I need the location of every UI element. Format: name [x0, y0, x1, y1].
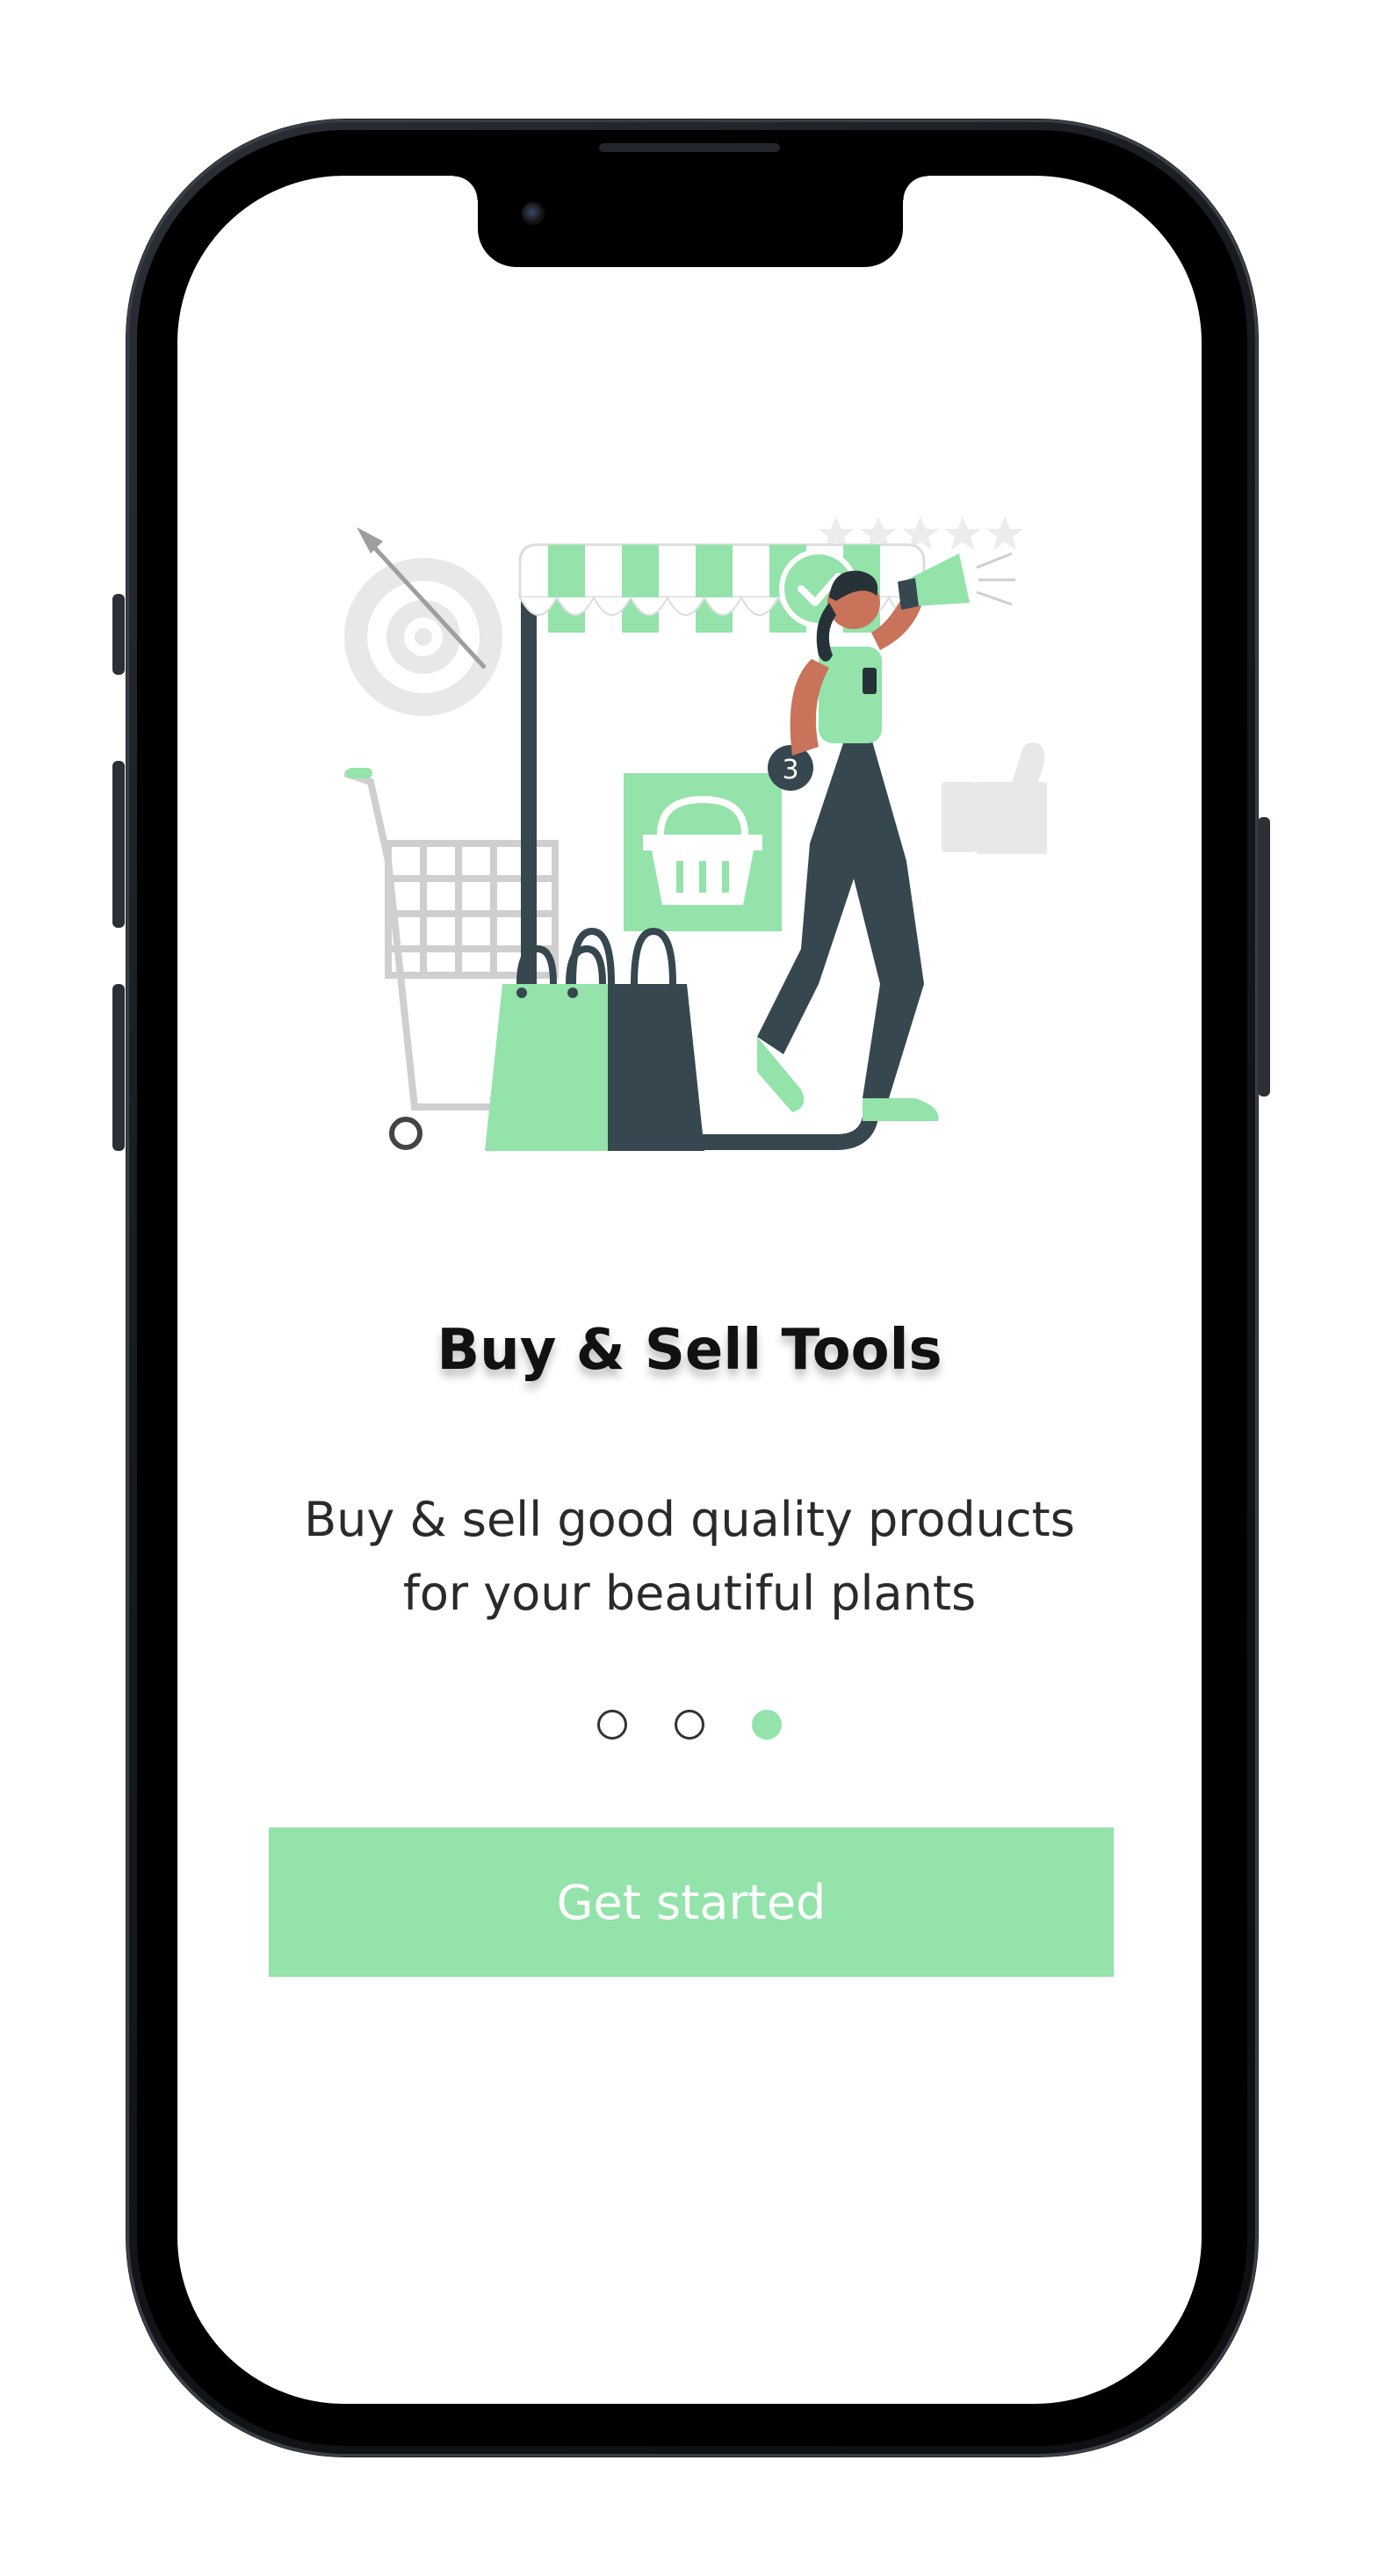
device-mockup: 3 Buy & Sell Tools Buy & sell good quali… [0, 0, 1379, 2576]
subtitle-line-1: Buy & sell good quality products [304, 1492, 1075, 1547]
power-button [1258, 817, 1270, 1096]
front-camera-icon [522, 202, 545, 225]
woman-figure [757, 570, 939, 1121]
app-screen: 3 Buy & Sell Tools Buy & sell good quali… [177, 176, 1202, 2404]
thumbs-up-icon [942, 742, 1047, 854]
silent-switch [112, 594, 125, 675]
target-icon [344, 558, 502, 716]
shop-illustration: 3 [344, 517, 1047, 1151]
shopping-basket-icon [624, 773, 782, 931]
page-title: Buy & Sell Tools [437, 1318, 942, 1383]
volume-down-button [112, 984, 125, 1151]
page-indicator [177, 1710, 1202, 1740]
volume-up-button [112, 761, 125, 928]
notch [453, 176, 928, 267]
svg-text:3: 3 [782, 755, 798, 785]
notification-badge: 3 [768, 745, 813, 791]
page-dot-2[interactable] [675, 1710, 704, 1740]
shopping-bags [485, 927, 704, 1151]
page-subtitle: Buy & sell good quality products for you… [230, 1483, 1149, 1631]
page-dot-1[interactable] [597, 1710, 627, 1740]
subtitle-line-2: for your beautiful plants [402, 1566, 977, 1621]
earpiece-speaker [599, 143, 780, 152]
page-dot-3-active[interactable] [752, 1710, 782, 1740]
get-started-button[interactable]: Get started [269, 1827, 1114, 1977]
